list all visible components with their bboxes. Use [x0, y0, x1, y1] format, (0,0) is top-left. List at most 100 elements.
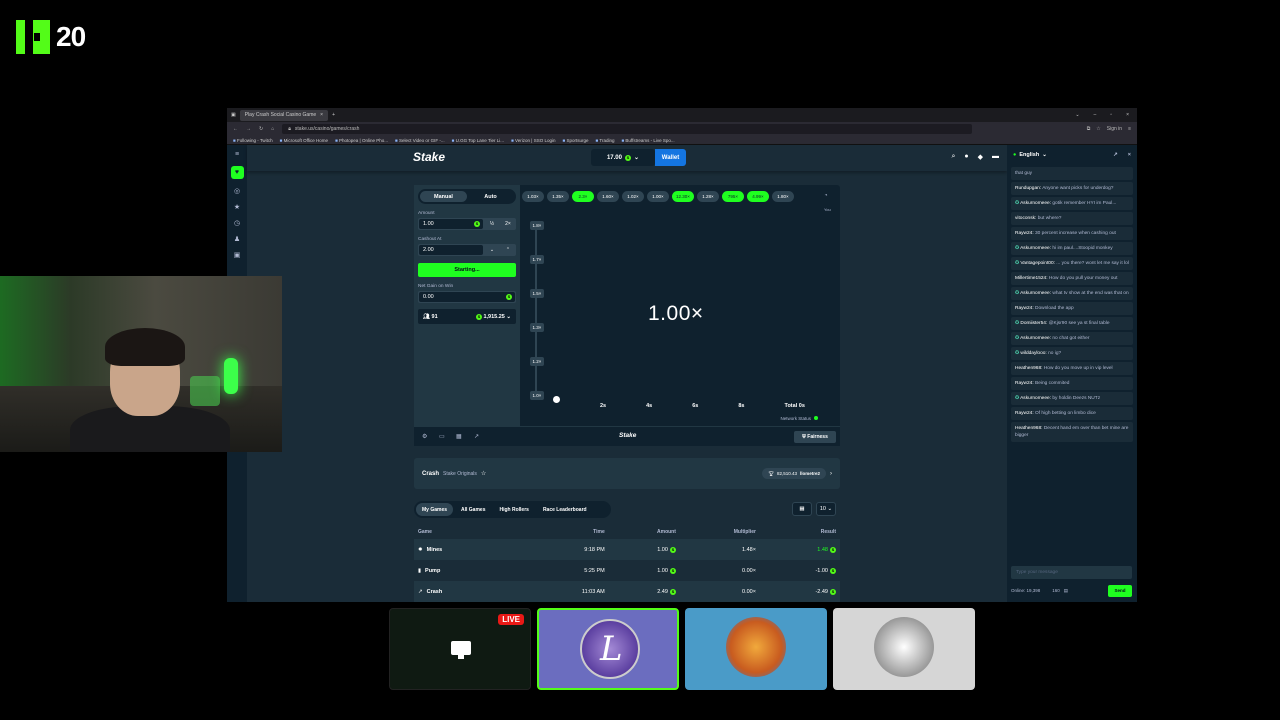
- hamburger-icon[interactable]: ≡: [235, 151, 239, 158]
- bookmark-item[interactable]: Verizon | SSO Login: [511, 138, 555, 143]
- bet-button[interactable]: Starting...: [418, 263, 516, 277]
- chat-username[interactable]: Askurnomeee:: [1020, 336, 1051, 341]
- chat-username[interactable]: Millertime1524:: [1015, 276, 1048, 281]
- chat-username[interactable]: Askurnomeee:: [1020, 201, 1051, 206]
- chat-username[interactable]: Vantagepoint00:: [1020, 261, 1055, 266]
- game-info-bar[interactable]: Crash Stake Originals ☆ 🏆︎ 82,510.43 llo…: [414, 458, 840, 489]
- history-multiplier[interactable]: 2.3×: [572, 191, 594, 202]
- bookmark-item[interactable]: Buffstreams - Live Spo...: [621, 138, 674, 143]
- history-multiplier[interactable]: 12.30×: [672, 191, 694, 202]
- table-row[interactable]: ↗ Crash 11:03 AM 2.49 S 0.00× -2.49 S: [414, 581, 840, 602]
- chat-username[interactable]: Askurnomeee:: [1020, 246, 1051, 251]
- chat-username[interactable]: Rayw24:: [1015, 306, 1034, 311]
- globe-icon[interactable]: ◎: [234, 187, 240, 195]
- tab-all-games[interactable]: All Games: [455, 503, 491, 516]
- minimize-icon[interactable]: –: [1094, 112, 1097, 118]
- popout-icon[interactable]: ↗: [1113, 152, 1118, 158]
- history-multiplier[interactable]: 795×: [722, 191, 744, 202]
- amount-input[interactable]: 1.00 S: [419, 219, 483, 229]
- gift-icon[interactable]: ▣: [234, 251, 241, 259]
- calendar-icon[interactable]: ▦: [792, 502, 812, 516]
- auto-tab[interactable]: Auto: [467, 191, 514, 202]
- browser-tab[interactable]: Play Crash Social Casino Game ×: [239, 109, 329, 121]
- casino-icon[interactable]: ♥: [230, 166, 244, 179]
- address-input[interactable]: 🔒︎ stake.us/casino/games/crash: [282, 124, 973, 134]
- stake-logo[interactable]: Stake: [413, 150, 445, 164]
- sign-in-button[interactable]: Sign in: [1107, 126, 1122, 132]
- stream-thumbnail[interactable]: [685, 608, 827, 690]
- bookmark-item[interactable]: U.GG Top Lane Tier Li...: [452, 138, 504, 143]
- theatre-mode-icon[interactable]: ▭: [439, 433, 445, 440]
- clock-icon[interactable]: ◷: [234, 219, 240, 227]
- cashout-input[interactable]: 2.00: [419, 245, 483, 255]
- home-icon[interactable]: ⌂: [271, 126, 274, 132]
- new-tab-button[interactable]: +: [332, 112, 335, 118]
- user-icon[interactable]: ●: [964, 153, 968, 161]
- chat-username[interactable]: Askurnomeee:: [1020, 396, 1051, 401]
- chevron-down-icon[interactable]: ⌄: [1042, 152, 1047, 158]
- stream-thumbnail[interactable]: L: [537, 608, 679, 690]
- bookmark-star-icon[interactable]: ☆: [1096, 126, 1100, 132]
- chat-username[interactable]: Rayw24:: [1015, 231, 1034, 236]
- chat-username[interactable]: Askurnomeee:: [1020, 291, 1051, 296]
- maximize-icon[interactable]: ▫: [1110, 112, 1112, 118]
- tab-list-icon[interactable]: ▣: [231, 112, 236, 118]
- chat-language[interactable]: English: [1019, 152, 1039, 158]
- bookmark-item[interactable]: Sportsurge: [562, 138, 588, 143]
- bookmark-item[interactable]: Photopea | Online Pho...: [335, 138, 388, 143]
- history-multiplier[interactable]: 1.28×: [697, 191, 719, 202]
- history-multiplier[interactable]: 1.60×: [597, 191, 619, 202]
- game-name[interactable]: Pump: [425, 568, 440, 574]
- send-button[interactable]: Send: [1108, 584, 1132, 597]
- game-name[interactable]: Crash: [427, 589, 443, 595]
- tab-list-chevron-icon[interactable]: ⌄: [1075, 112, 1079, 118]
- search-icon[interactable]: ⌕: [951, 153, 955, 161]
- live-stats-icon[interactable]: ↗: [474, 433, 479, 440]
- rules-icon[interactable]: ▤: [1064, 588, 1068, 594]
- chevron-right-icon[interactable]: ›: [830, 471, 832, 477]
- chat-username[interactable]: Rayw24:: [1015, 381, 1034, 386]
- chat-username[interactable]: wilddaylooo:: [1020, 351, 1046, 356]
- history-multiplier[interactable]: 1.80×: [772, 191, 794, 202]
- reload-icon[interactable]: ↻: [259, 126, 263, 132]
- chat-username[interactable]: Heathen968:: [1015, 366, 1042, 371]
- stream-thumbnail[interactable]: [833, 608, 975, 690]
- decrease-icon[interactable]: ⌄: [484, 247, 500, 253]
- history-multiplier[interactable]: 1.02×: [622, 191, 644, 202]
- wallet-button[interactable]: Wallet: [655, 149, 686, 166]
- chat-username[interactable]: vitoconsk:: [1015, 216, 1036, 221]
- half-button[interactable]: ½: [484, 221, 500, 227]
- game-name[interactable]: Mines: [427, 547, 443, 553]
- history-expand-icon[interactable]: ◔: [824, 193, 828, 199]
- chess-icon[interactable]: ♟: [234, 235, 240, 243]
- close-tab-icon[interactable]: ×: [320, 112, 323, 118]
- chat-icon[interactable]: ▬: [992, 153, 999, 161]
- favorite-star-icon[interactable]: ☆: [481, 470, 486, 477]
- translate-icon[interactable]: ⧉: [1087, 126, 1091, 132]
- menu-icon[interactable]: ≡: [1128, 126, 1131, 132]
- stream-thumbnail[interactable]: LIVE: [389, 608, 531, 690]
- balance-selector[interactable]: 17.00 S ⌄: [591, 149, 655, 166]
- forward-icon[interactable]: →: [246, 126, 251, 132]
- settings-icon[interactable]: ⚙: [422, 433, 427, 440]
- bookmark-item[interactable]: Following - Twitch: [233, 138, 273, 143]
- bookmark-item[interactable]: Microsoft Office Home: [280, 138, 328, 143]
- manual-tab[interactable]: Manual: [420, 191, 467, 202]
- network-status[interactable]: Network Status: [780, 416, 818, 421]
- bookmark-item[interactable]: Select Video or GIF -...: [395, 138, 445, 143]
- players-summary[interactable]: 👥︎ 91 S 1,915.25 ⌄: [418, 309, 516, 324]
- table-row[interactable]: ✹ Mines 9:18 PM 1.00 S 1.48× 1.48 S: [414, 539, 840, 560]
- history-multiplier[interactable]: 4.99×: [747, 191, 769, 202]
- bookmark-item[interactable]: Trading: [595, 138, 614, 143]
- double-button[interactable]: 2×: [500, 221, 516, 227]
- increase-icon[interactable]: ⌃: [500, 247, 516, 253]
- tab-high-rollers[interactable]: High Rollers: [493, 503, 534, 516]
- top-win-badge[interactable]: 🏆︎ 82,510.43 llometre2: [762, 468, 826, 479]
- rows-per-page-select[interactable]: 10 ⌄: [816, 502, 836, 516]
- chat-username[interactable]: Heathen968:: [1015, 426, 1042, 431]
- fairness-button[interactable]: ⛨ Fairness: [794, 431, 836, 443]
- history-multiplier[interactable]: 1.35×: [547, 191, 569, 202]
- close-window-icon[interactable]: ×: [1126, 112, 1129, 118]
- table-row[interactable]: ▮ Pump 5:25 PM 1.00 S 0.00× -1.00 S: [414, 560, 840, 581]
- chat-username[interactable]: Rundupgan:: [1015, 186, 1041, 191]
